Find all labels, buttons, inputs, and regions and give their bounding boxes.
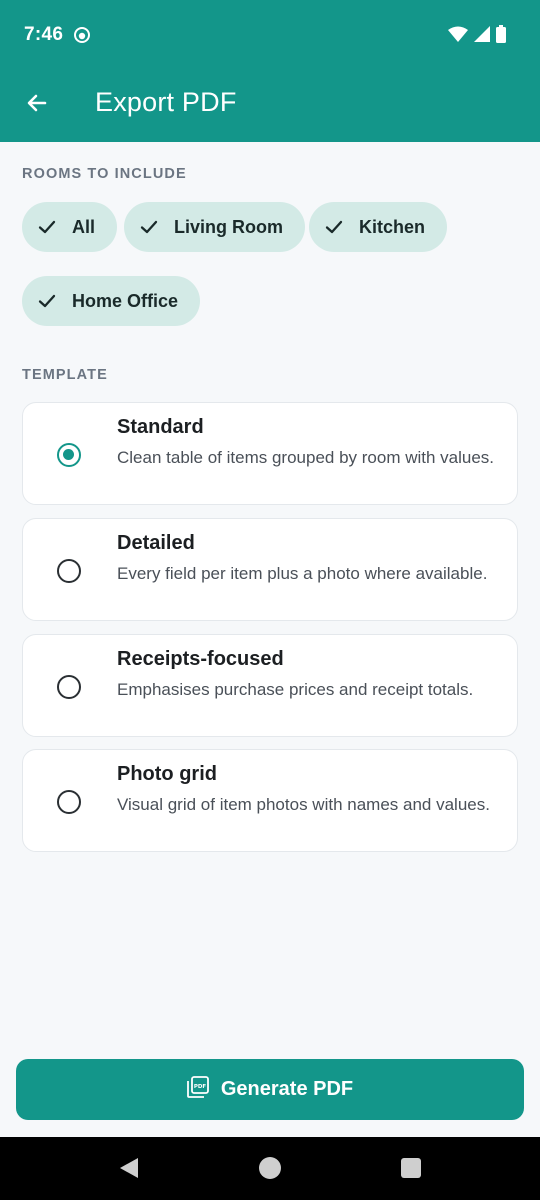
wifi-icon	[448, 26, 468, 47]
nav-home-icon[interactable]	[259, 1157, 281, 1179]
chip-all[interactable]: All	[22, 202, 118, 252]
template-description: Clean table of items grouped by room wit…	[117, 448, 495, 467]
check-icon	[38, 218, 56, 236]
template-option-detailed[interactable]: Detailed Every field per item plus a pho…	[22, 518, 518, 621]
nav-back-icon[interactable]	[118, 1157, 140, 1184]
check-icon	[38, 292, 56, 310]
radio-unselected-icon[interactable]	[57, 559, 81, 583]
template-title: Receipts-focused	[117, 648, 284, 670]
template-section-label: TEMPLATE	[22, 367, 108, 383]
template-title: Detailed	[117, 532, 195, 554]
template-option-photo-grid[interactable]: Photo grid Visual grid of item photos wi…	[22, 749, 518, 852]
template-option-receipts-focused[interactable]: Receipts-focused Emphasises purchase pri…	[22, 634, 518, 737]
nav-recents-icon[interactable]	[401, 1158, 421, 1178]
back-button[interactable]	[14, 82, 60, 128]
page-title: Export PDF	[95, 87, 237, 117]
radio-unselected-icon[interactable]	[57, 675, 81, 699]
radio-unselected-icon[interactable]	[57, 790, 81, 814]
chip-home-office[interactable]: Home Office	[22, 276, 201, 326]
svg-text:PDF: PDF	[194, 1084, 207, 1090]
battery-icon	[496, 25, 506, 48]
status-time: 7:46	[24, 24, 64, 45]
template-title: Photo grid	[117, 763, 217, 785]
app-notification-icon	[73, 26, 91, 44]
rooms-section-label: ROOMS TO INCLUDE	[22, 166, 187, 182]
chip-label: Kitchen	[359, 216, 426, 237]
chip-label: All	[72, 216, 96, 237]
cell-signal-icon	[474, 26, 490, 47]
template-description: Emphasises purchase prices and receipt t…	[117, 680, 474, 699]
generate-pdf-label: Generate PDF	[220, 1078, 354, 1100]
chip-kitchen[interactable]: Kitchen	[309, 202, 448, 252]
template-title: Standard	[117, 416, 204, 438]
check-icon	[325, 218, 343, 236]
pdf-icon: PDF	[186, 1075, 209, 1104]
arrow-back-icon	[25, 91, 49, 120]
status-icons	[448, 25, 506, 48]
generate-pdf-button[interactable]: PDF Generate PDF	[16, 1059, 524, 1120]
chip-living-room[interactable]: Living Room	[124, 202, 305, 252]
check-icon	[140, 218, 158, 236]
template-option-standard[interactable]: Standard Clean table of items grouped by…	[22, 402, 518, 505]
radio-selected-icon[interactable]	[57, 443, 81, 467]
template-description: Every field per item plus a photo where …	[117, 564, 488, 583]
system-nav-bar	[0, 1137, 540, 1200]
chip-label: Living Room	[174, 216, 283, 237]
template-description: Visual grid of item photos with names an…	[117, 795, 490, 814]
app-bar: Export PDF	[0, 68, 540, 142]
status-bar: 7:46	[0, 0, 540, 68]
chip-label: Home Office	[72, 290, 179, 311]
